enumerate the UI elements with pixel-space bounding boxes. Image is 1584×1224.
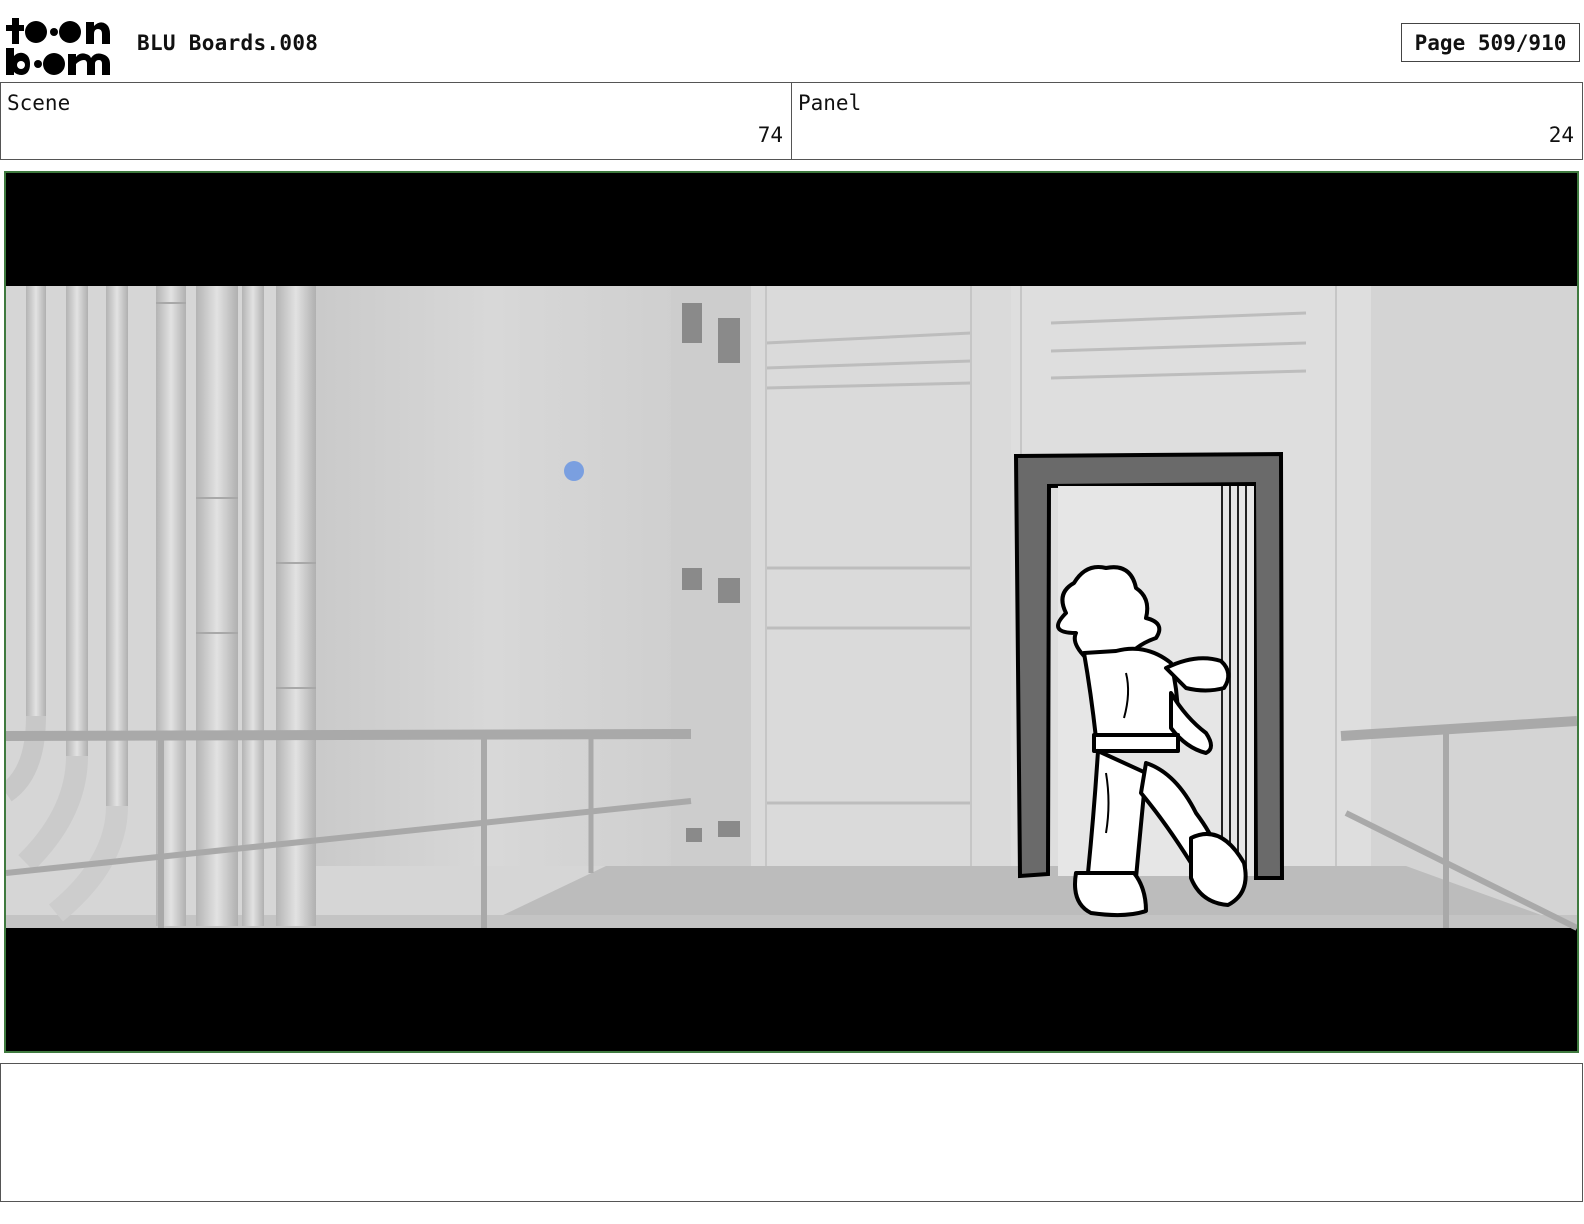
panel-number: 24: [1548, 123, 1574, 147]
corridor-background: [6, 286, 1577, 928]
page-indicator: Page 509/910: [1401, 23, 1580, 62]
scene-number: 74: [757, 123, 783, 147]
scene-label: Scene: [7, 91, 71, 115]
letterbox-top: [6, 173, 1577, 286]
document-title: BLU Boards.008: [137, 31, 319, 55]
panel-cell: Panel 24: [792, 83, 1583, 159]
blue-marker-dot: [564, 461, 584, 481]
panel-label: Panel: [798, 91, 862, 115]
scene-cell: Scene 74: [0, 83, 792, 159]
scene-panel-row: Scene 74 Panel 24: [0, 82, 1583, 160]
storyboard-panel-image: [4, 171, 1579, 1053]
notes-box: [0, 1063, 1583, 1202]
letterbox-bottom: [6, 928, 1577, 1051]
toon-boom-logo: [4, 14, 116, 76]
